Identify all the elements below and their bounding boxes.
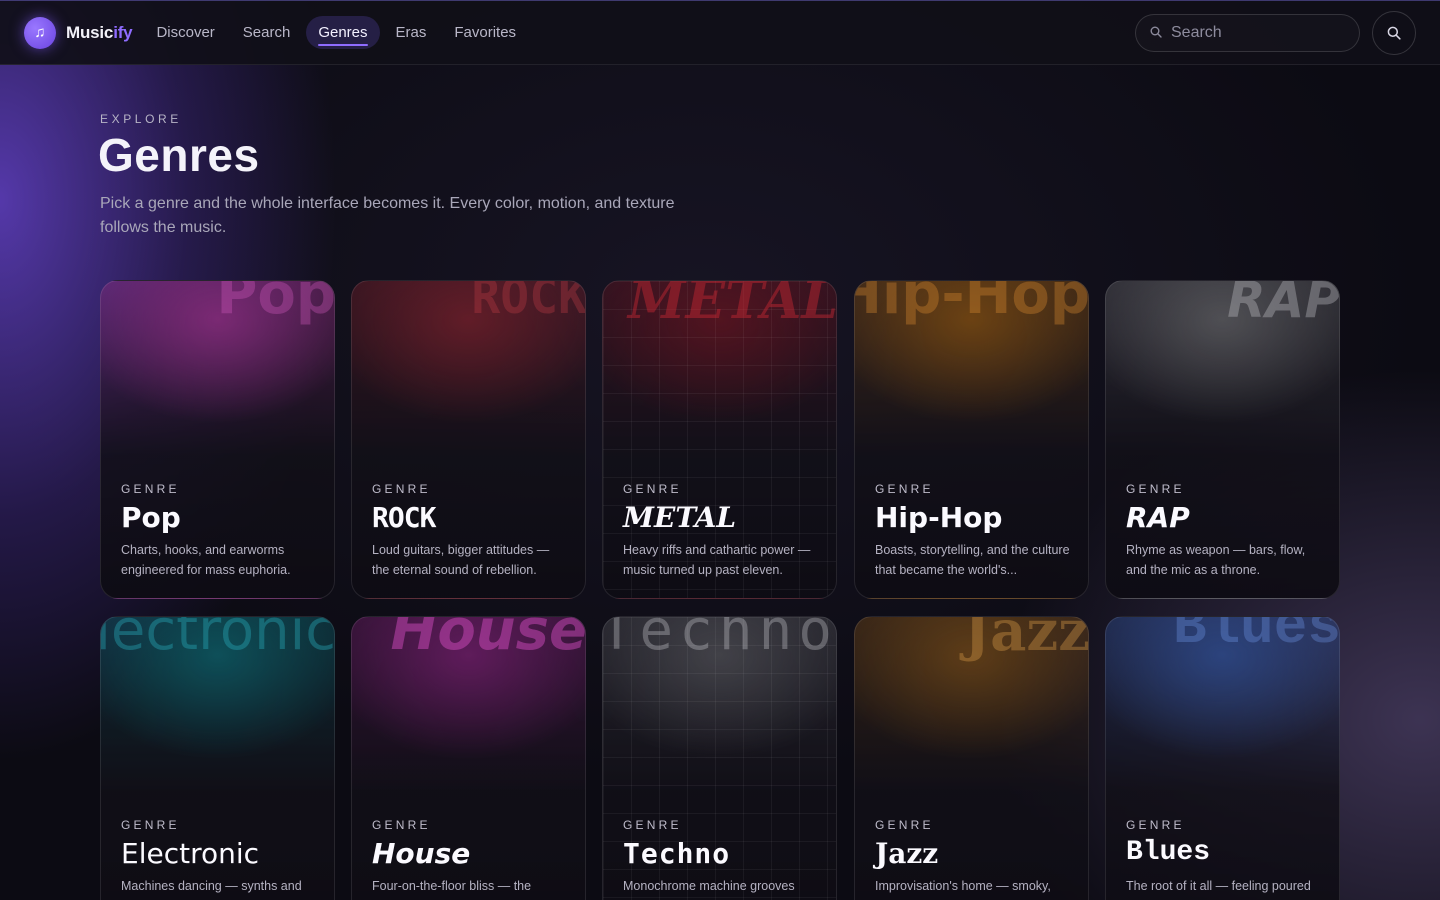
genre-card-techno[interactable]: Techno GENRE Techno Monochrome machine g…: [602, 616, 837, 900]
genre-card-watermark: Pop: [216, 280, 335, 327]
genre-card-label: GENRE: [1126, 818, 1185, 832]
genre-card-blues[interactable]: Blues GENRE Blues The root of it all — f…: [1105, 616, 1340, 900]
hero-eyebrow: EXPLORE: [100, 112, 182, 126]
genre-card-title: Blues: [1126, 837, 1211, 868]
genre-card-label: GENRE: [121, 482, 180, 496]
genre-card-label: GENRE: [623, 482, 682, 496]
search-icon: [1150, 26, 1162, 41]
genre-card-watermark: House: [390, 616, 586, 663]
genre-card-title: Electronic: [121, 837, 260, 870]
genre-card-electronic[interactable]: Electronic GENRE Electronic Machines dan…: [100, 616, 335, 900]
genre-card-rock[interactable]: ROCK GENRE ROCK Loud guitars, bigger att…: [351, 280, 586, 599]
genre-card-label: GENRE: [875, 482, 934, 496]
genre-card-watermark: Blues: [1172, 616, 1340, 659]
music-note-icon[interactable]: ♫: [24, 16, 56, 49]
search-button[interactable]: [1372, 11, 1416, 55]
app-logo[interactable]: Musicify: [66, 22, 133, 43]
genre-card-label: GENRE: [372, 818, 431, 832]
page-title: Genres: [98, 129, 260, 181]
genre-card-description: Charts, hooks, and earworms engineered f…: [121, 543, 291, 577]
genre-card-watermark: Jazz: [963, 616, 1089, 664]
genre-card-title: RAP: [1126, 501, 1190, 534]
app-name-bold: Music: [66, 22, 114, 42]
search-box[interactable]: [1135, 14, 1360, 52]
genre-card-watermark: ROCK: [471, 280, 586, 325]
genre-card-watermark: METAL: [628, 280, 837, 331]
genre-card-label: GENRE: [1126, 482, 1185, 496]
genre-card-description: Heavy riffs and cathartic power — music …: [623, 543, 811, 577]
genre-card-hip-hop[interactable]: Hip-Hop GENRE Hip-Hop Boasts, storytelli…: [854, 280, 1089, 599]
nav-links: Discover Search Genres Eras Favorites: [144, 16, 528, 49]
genre-card-label: GENRE: [372, 482, 431, 496]
genre-card-description: Four-on-the-floor bliss — the: [372, 879, 532, 893]
genre-card-watermark: Electronic: [101, 616, 335, 663]
app-name-accent: ify: [113, 22, 133, 42]
genre-card-jazz[interactable]: Jazz GENRE Jazz Improvisation's home — s…: [854, 616, 1089, 900]
genre-card-label: GENRE: [875, 818, 934, 832]
genre-card-watermark: RAP: [1227, 280, 1340, 329]
genre-card-pop[interactable]: Pop GENRE Pop Charts, hooks, and earworm…: [100, 280, 335, 599]
top-nav: ♫ Musicify Discover Search Genres Eras F…: [0, 0, 1440, 65]
genre-card-label: GENRE: [623, 818, 682, 832]
nav-link-genres[interactable]: Genres: [306, 16, 380, 49]
genre-card-description: Rhyme as weapon — bars, flow, and the mi…: [1126, 543, 1306, 577]
genre-card-title: Hip-Hop: [875, 501, 1003, 534]
genre-card-title: Techno: [623, 837, 731, 870]
genre-card-description: Monochrome machine grooves: [623, 879, 795, 893]
genre-card-description: Loud guitars, bigger attitudes — the ete…: [372, 543, 550, 577]
genre-card-rap[interactable]: RAP GENRE RAP Rhyme as weapon — bars, fl…: [1105, 280, 1340, 599]
genre-card-watermark: Techno: [602, 616, 837, 663]
genre-card-house[interactable]: House GENRE House Four-on-the-floor blis…: [351, 616, 586, 900]
genre-card-title: Jazz: [875, 837, 939, 870]
genre-card-title: Pop: [121, 501, 181, 534]
genre-card-metal[interactable]: METAL GENRE METAL Heavy riffs and cathar…: [602, 280, 837, 599]
genre-card-description: The root of it all — feeling poured: [1126, 879, 1311, 893]
page-subtitle: Pick a genre and the whole interface bec…: [100, 195, 675, 236]
genre-card-watermark: Hip-Hop: [854, 280, 1089, 327]
genre-card-description: Improvisation's home — smoky,: [875, 879, 1051, 893]
genre-card-title: METAL: [623, 501, 737, 534]
genre-card-title: House: [372, 837, 471, 870]
nav-link-favorites[interactable]: Favorites: [442, 16, 528, 49]
genre-card-label: GENRE: [121, 818, 180, 832]
genre-card-description: Machines dancing — synths and: [121, 879, 302, 893]
search-input[interactable]: [1171, 24, 1341, 42]
nav-link-discover[interactable]: Discover: [144, 16, 226, 49]
genre-card-description: Boasts, storytelling, and the culture th…: [875, 543, 1070, 577]
nav-link-eras[interactable]: Eras: [384, 16, 439, 49]
search-icon: [1387, 26, 1401, 40]
nav-link-search[interactable]: Search: [231, 16, 303, 49]
genre-card-title: ROCK: [372, 501, 436, 534]
